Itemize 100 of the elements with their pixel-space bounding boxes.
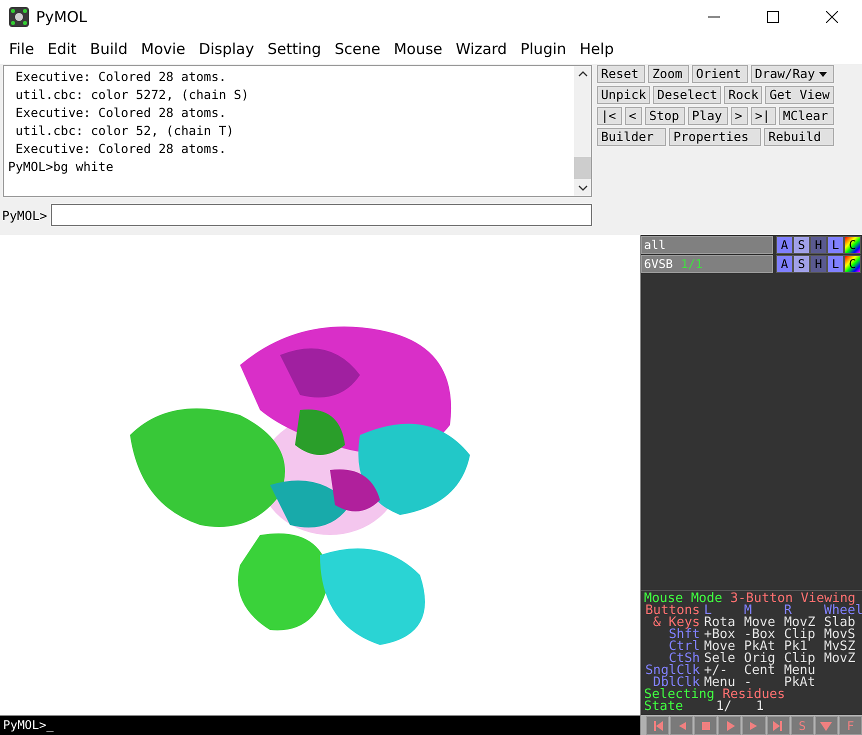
scroll-thumb[interactable] (574, 157, 591, 180)
toolbar-button[interactable]: Properties (669, 128, 762, 146)
log-line: Executive: Colored 28 atoms. (14, 104, 228, 122)
object-label: 6VSB (644, 257, 673, 271)
mouse-binding-text: MvSZ (824, 641, 856, 653)
log-line: PyMOL>bg white (8, 158, 114, 176)
menu-item[interactable]: Build (84, 40, 136, 58)
object-action-button[interactable]: L (827, 255, 844, 273)
mouse-binding-text: PkAt (744, 641, 776, 653)
toolbar-button[interactable]: Rebuild (764, 128, 834, 146)
toolbar-button[interactable]: Play (688, 107, 728, 126)
state-text: 1 (756, 701, 764, 713)
mouse-binding-text: L (704, 605, 712, 617)
maximize-icon[interactable] (767, 11, 779, 24)
close-icon[interactable] (826, 11, 838, 24)
toolbar-button[interactable]: |< (597, 107, 622, 126)
mouse-binding-text: MovZ (784, 617, 816, 629)
log-line: Executive: Colored 28 atoms. (14, 140, 228, 158)
toolbar-button[interactable]: Reset (597, 65, 646, 84)
mouse-binding-text: +Box (704, 629, 736, 641)
toolbar-button[interactable]: Orient (692, 65, 748, 84)
mouse-binding-text: M (744, 605, 752, 617)
mouse-binding-text: Cent (744, 665, 776, 677)
menu-item[interactable]: Wizard (450, 40, 516, 58)
menu-item[interactable]: Movie (136, 40, 194, 58)
mouse-mode-text: Mouse Mode (644, 593, 722, 605)
command-prompt: PyMOL> (1, 208, 48, 223)
menu-item[interactable]: Scene (330, 40, 389, 58)
toolbar-button[interactable]: Rock (724, 86, 762, 104)
object-action-button[interactable]: L (827, 236, 844, 254)
menu-item[interactable]: Display (194, 40, 262, 58)
object-action-button[interactable]: C (844, 255, 861, 273)
mouse-binding-text: Wheel (824, 605, 862, 617)
mouse-binding-text: Move (744, 617, 776, 629)
menu-item[interactable]: Mouse (388, 40, 451, 58)
mouse-mode-text: 3-Button Viewing (730, 593, 856, 605)
object-action-button[interactable]: A (776, 236, 793, 254)
playback-button[interactable] (646, 716, 670, 735)
mouse-binding-text: Orig (744, 653, 776, 665)
mouse-binding-text: -Box (744, 629, 776, 641)
scrollbar[interactable] (574, 66, 591, 196)
toolbar-button[interactable]: Draw/Ray (750, 65, 834, 84)
mouse-binding-text: DblClk (653, 677, 700, 689)
mouse-binding-text: MovZ (824, 653, 856, 665)
scroll-up-icon[interactable] (578, 71, 588, 78)
menu-item[interactable]: Edit (42, 40, 85, 58)
mouse-binding-text: Clip (784, 629, 816, 641)
object-name[interactable]: all (641, 236, 773, 254)
object-name[interactable]: 6VSB 1/1 (641, 255, 773, 273)
mouse-binding-text: CtSh (668, 653, 701, 665)
log-line: util.cbc: color 5272, (chain S) (14, 86, 250, 104)
mouse-binding-text: Sele (704, 653, 736, 665)
playback-button[interactable] (766, 716, 790, 735)
mouse-binding-text: Menu (704, 677, 736, 689)
mouse-binding-text: & Keys (652, 617, 701, 629)
command-field[interactable] (51, 204, 592, 226)
toolbar-button[interactable]: Unpick (597, 86, 650, 104)
menu-item[interactable]: Setting (262, 40, 330, 58)
mouse-binding-text: Menu (784, 665, 816, 677)
toolbar-button[interactable]: Zoom (648, 65, 690, 84)
scroll-down-icon[interactable] (578, 185, 588, 192)
mouse-binding-text: Shft (668, 629, 701, 641)
toolbar-button[interactable]: MClear (778, 107, 834, 126)
object-action-button[interactable]: C (844, 236, 861, 254)
object-state: 1/1 (680, 257, 703, 271)
mouse-binding-text: - (744, 677, 752, 689)
toolbar-button[interactable]: > (730, 107, 748, 126)
mouse-binding-text: Rota (704, 617, 736, 629)
caret-icon (819, 72, 828, 77)
toolbar-button[interactable]: Get View (765, 86, 834, 104)
object-action-button[interactable]: A (776, 255, 793, 273)
menu-item[interactable]: Plugin (515, 40, 575, 58)
toolbar-button[interactable]: Stop (645, 107, 685, 126)
mouse-binding-text: Slab (824, 617, 856, 629)
mouse-binding-text: SnglClk (644, 665, 701, 677)
mouse-binding-text: +/- (704, 665, 728, 677)
toolbar-button[interactable]: < (624, 107, 642, 126)
menu-item[interactable]: Help (574, 40, 622, 58)
mouse-binding-text: Clip (784, 653, 816, 665)
playback-button[interactable] (742, 716, 766, 735)
mouse-mode-text: Selecting (644, 689, 714, 701)
toolbar-button[interactable]: >| (751, 107, 776, 126)
playback-button[interactable] (670, 716, 694, 735)
mouse-binding-text: R (784, 605, 792, 617)
log-line: Executive: Colored 28 atoms. (14, 68, 228, 86)
playback-button[interactable] (814, 716, 838, 735)
mouse-binding-text: Move (704, 641, 736, 653)
toolbar-button[interactable]: Deselect (653, 86, 722, 104)
mouse-binding-text: Ctrl (668, 641, 701, 653)
toolbar-button[interactable]: Builder (597, 128, 666, 146)
playback-button[interactable] (718, 716, 742, 735)
mouse-mode-text: Residues (722, 689, 786, 701)
mouse-binding-text: Pk1 (784, 641, 808, 653)
menu-item[interactable]: File (4, 40, 42, 58)
object-action-button[interactable]: S (793, 236, 810, 254)
playback-button[interactable] (694, 716, 718, 735)
state-text: State (644, 701, 684, 713)
mouse-binding-text: MovS (824, 629, 856, 641)
object-action-button[interactable]: S (793, 255, 810, 273)
app-logo-icon (9, 7, 29, 28)
